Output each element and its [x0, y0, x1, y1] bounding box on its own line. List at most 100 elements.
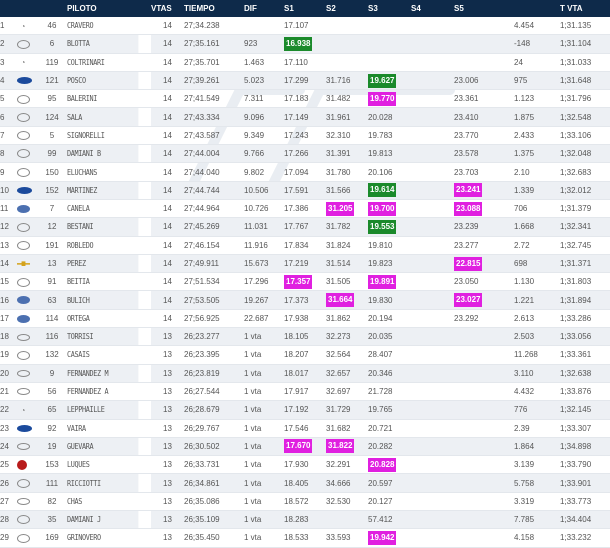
total-time-cell: 27;43.334 [184, 107, 244, 127]
table-row[interactable]: 23 92 VAIRA 13 26;29.767 1 vta 17.546 31.682 20.… [0, 419, 610, 438]
gap-cell: 2.10 [514, 162, 560, 182]
laps-cell: 14 [151, 254, 184, 274]
magenta-highlight: 23.088 [454, 201, 483, 216]
col-tvta[interactable]: T VTA [560, 0, 610, 17]
table-row[interactable]: 26 111 RICCIOTTI 13 26;34.861 1 vta 18.405 34.6… [0, 473, 610, 493]
table-row[interactable]: 29 169 GRINOVERO 13 26;35.450 1 vta 18.533 33.5… [0, 528, 610, 548]
table-row[interactable]: 10 152 MARTINEZ 14 27;44.744 10.506 17.591 31.5… [0, 181, 610, 200]
table-row[interactable]: 2 6 BLOTTA 14 27;35.161 923 16.938 -148 1;31.104 [0, 34, 610, 54]
table-row[interactable]: 21 56 FERNANDEZ A 13 26;27.544 1 vta 17.917 32.… [0, 382, 610, 402]
total-time-cell: 26;28.679 [184, 400, 244, 420]
laps-cell: 13 [151, 528, 184, 548]
driver-name-cell: BLOTTA [67, 34, 139, 54]
green-highlight: 19.627 [368, 73, 397, 88]
car-brand-cell [17, 126, 37, 146]
dodge-brand-icon [17, 370, 30, 378]
driver-name-cell: GRINOVERO [67, 528, 139, 548]
sector5-cell [454, 53, 514, 72]
col-tiempo[interactable]: TIEMPO [184, 0, 244, 17]
driver-name-cell: FERNANDEZ M [67, 364, 139, 383]
table-row[interactable]: 27 82 CHAS 13 26;35.086 1 vta 18.572 32.530 20.1… [0, 492, 610, 512]
driver-name-cell: PEREZ [67, 254, 139, 274]
table-row[interactable]: 8 99 DAMIANI B 14 27;44.004 9.766 17.266 31.391… [0, 144, 610, 164]
total-time-cell: 26;23.395 [184, 345, 244, 365]
table-row[interactable]: 5 95 BALERINI 14 27;41.549 7.311 17.183 31.482 1… [0, 89, 610, 109]
position-cell: 4 [0, 71, 17, 91]
table-row[interactable]: 17 114 ORTEGA 14 27;56.925 22.687 17.938 31.862… [0, 309, 610, 329]
lap-time-cell: 1;32.638 [560, 364, 610, 383]
sector5-cell [454, 528, 514, 548]
col-s1[interactable]: S1 [284, 0, 326, 17]
table-row[interactable]: 22 ◔ 65 LEPPHAILLE 13 26;28.679 1 vta 17.192 31.… [0, 400, 610, 420]
gap-cell: 3.319 [514, 492, 560, 512]
col-s3[interactable]: S3 [368, 0, 411, 17]
sector4-cell [411, 199, 454, 219]
table-row[interactable]: 1 ◔ 46 CRAVERO 14 27;34.238 17.107 4.454 1;31.13… [0, 17, 610, 36]
sector2-cell: 31.505 [326, 272, 368, 292]
table-row[interactable]: 19 132 CASAIS 13 26;23.395 1 vta 18.207 32.564 2… [0, 345, 610, 365]
ford-brand-icon [17, 77, 32, 85]
table-row[interactable]: 24 19 GUEVARA 13 26;30.502 1 vta 17.670 31.822 2… [0, 437, 610, 457]
total-time-cell: 27;34.238 [184, 17, 244, 36]
table-row[interactable]: 16 63 BULICH 14 27;53.505 19.267 17.373 31.664 1… [0, 290, 610, 310]
position-cell: 19 [0, 345, 17, 365]
col-vtas[interactable]: VTAS [151, 0, 184, 17]
table-row[interactable]: 7 5 SIGNORELLI 14 27;43.587 9.349 17.243 32.310… [0, 126, 610, 146]
table-row[interactable]: 20 9 FERNANDEZ M 13 26;23.819 1 vta 18.017 32.6… [0, 364, 610, 383]
driver-name-cell: SIGNORELLI [67, 126, 139, 146]
sector3-cell: 20.597 [368, 473, 411, 493]
dodge-brand-icon [17, 498, 30, 506]
difference-cell: 9.766 [244, 144, 284, 164]
sector3-cell [368, 53, 411, 72]
table-row[interactable]: 18 116 TORRISI 13 26;23.277 1 vta 18.105 32.273… [0, 327, 610, 347]
table-row[interactable]: 3 ◔ 119 COLTRINARI 14 27;35.701 1.463 17.110 24 1… [0, 53, 610, 72]
sector2-cell: 31.716 [326, 71, 368, 91]
total-time-cell: 26;23.819 [184, 364, 244, 383]
sector2-cell: 31.782 [326, 217, 368, 237]
sector2-cell: 31.729 [326, 400, 368, 420]
magenta-highlight: 23.027 [454, 293, 483, 308]
table-row[interactable]: 4 121 POSCO 14 27;39.261 5.023 17.299 31.716 19.… [0, 71, 610, 91]
sector1-cell: 17.110 [284, 53, 326, 72]
sector4-cell [411, 437, 454, 457]
laps-cell: 13 [151, 510, 184, 530]
table-row[interactable]: 15 91 BEITIA 14 27;51.534 17.296 17.357 31.505 1… [0, 272, 610, 292]
table-row[interactable]: 14 13 PEREZ 14 27;49.911 15.673 17.219 31.514 19… [0, 254, 610, 274]
gap-cell: 2.503 [514, 327, 560, 347]
sector1-cell: 17.094 [284, 162, 326, 182]
col-piloto[interactable]: PILOTO [67, 0, 151, 17]
table-row[interactable]: 11 7 CANELA 14 27;44.964 10.726 17.386 31.205 19… [0, 199, 610, 219]
gap-cell: 2.613 [514, 309, 560, 329]
sector4-cell [411, 254, 454, 274]
lap-time-cell: 1;33.307 [560, 419, 610, 438]
table-row[interactable]: 25 153 LUQUES 13 26;33.731 1 vta 17.930 32.291 2… [0, 455, 610, 475]
dodge-brand-icon [17, 333, 30, 341]
car-number-cell: 121 [37, 71, 67, 91]
col-s4[interactable]: S4 [411, 0, 454, 17]
position-cell: 11 [0, 199, 17, 219]
table-row[interactable]: 13 191 ROBLEDO 14 27;46.154 11.916 17.834 31.82… [0, 236, 610, 255]
col-dif[interactable]: DIF [244, 0, 284, 17]
sector2-cell: 32.291 [326, 455, 368, 475]
position-cell: 18 [0, 327, 17, 347]
sector1-cell: 17.357 [284, 272, 326, 292]
col-car [17, 0, 37, 17]
toy-brand-icon [17, 94, 30, 104]
table-row[interactable]: 6 124 SALA 14 27;43.334 9.096 17.149 31.961 20.0… [0, 107, 610, 127]
magenta-highlight: 31.822 [326, 439, 355, 454]
sector2-cell: 33.593 [326, 528, 368, 548]
table-row[interactable]: 9 150 ELUCHANS 14 27;44.040 9.802 17.094 31.780… [0, 162, 610, 182]
table-row[interactable]: 12 12 BESTANI 14 27;45.269 11.031 17.767 31.782… [0, 217, 610, 237]
col-s2[interactable]: S2 [326, 0, 368, 17]
position-cell: 8 [0, 144, 17, 164]
position-cell: 25 [0, 455, 17, 475]
col-s5[interactable]: S5 [454, 0, 514, 17]
sector2-cell: 34.666 [326, 473, 368, 493]
gap-cell: 1.123 [514, 89, 560, 109]
table-row[interactable]: 28 35 DAMIANI J 13 26;35.109 1 vta 18.283 57.41… [0, 510, 610, 530]
ford-brand-icon [17, 425, 32, 433]
car-number-cell: 82 [37, 492, 67, 512]
vw-brand-icon [17, 205, 30, 213]
gap-cell: 4.432 [514, 382, 560, 402]
position-cell: 9 [0, 162, 17, 182]
